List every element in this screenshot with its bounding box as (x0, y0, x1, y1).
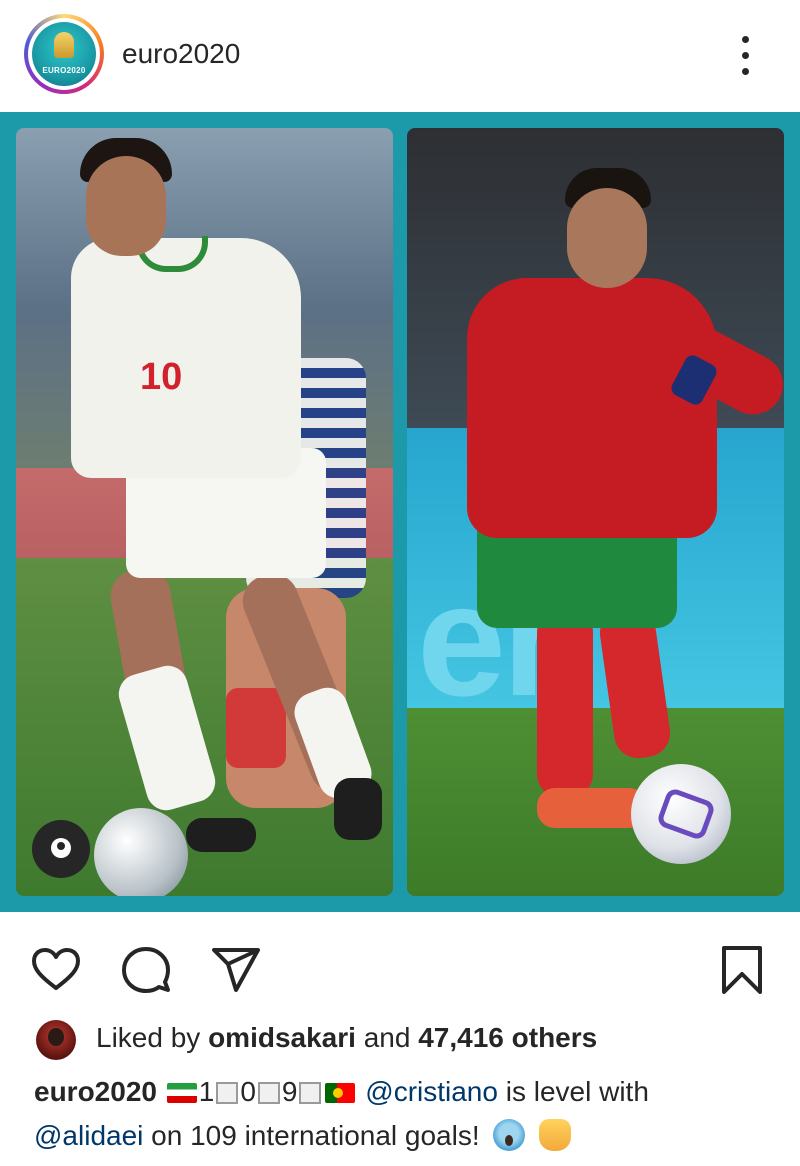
raising-hands-icon (539, 1119, 572, 1151)
heart-icon[interactable] (28, 942, 84, 998)
opponent-sock (226, 688, 286, 768)
player-shirt (467, 278, 717, 538)
missing-glyph-icon (257, 1082, 280, 1104)
left-photo-panel: 10 (16, 128, 393, 896)
comment-icon[interactable] (118, 942, 174, 998)
profile-avatar[interactable]: EURO2020 (24, 14, 104, 94)
missing-glyph-icon (299, 1082, 322, 1104)
mention-alidaei[interactable]: @alidaei (34, 1120, 143, 1151)
player-leg (537, 608, 593, 798)
more-vertical-icon[interactable] (735, 36, 757, 76)
bookmark-icon[interactable] (714, 942, 770, 998)
football (94, 808, 188, 896)
mention-cristiano[interactable]: @cristiano (365, 1076, 498, 1107)
logo-text: EURO2020 (42, 66, 86, 75)
post-caption: euro2020 109 @cristiano is level with @a… (34, 1070, 774, 1158)
player-head (86, 156, 166, 256)
likes-middle: and (363, 1022, 411, 1053)
send-icon[interactable] (208, 942, 264, 998)
caption-username[interactable]: euro2020 (34, 1076, 157, 1107)
liker-username[interactable]: omidsakari (208, 1022, 356, 1053)
post-username[interactable]: euro2020 (122, 38, 240, 70)
post-actions (0, 912, 800, 1012)
score-part: 1 (198, 1076, 215, 1107)
right-photo-panel: en (407, 128, 784, 896)
player-shoe (186, 818, 256, 852)
iran-flag-icon (166, 1083, 197, 1103)
portugal-flag-icon (325, 1083, 356, 1103)
user-tag-icon[interactable] (32, 820, 90, 878)
score-part: 9 (281, 1076, 298, 1107)
post-image[interactable]: 10 en (0, 112, 800, 912)
likes-prefix: Liked by (96, 1022, 201, 1053)
caption-text: on 109 international goals! (151, 1120, 480, 1151)
likes-row[interactable]: Liked by omidsakari and 47,416 others (36, 1018, 776, 1062)
trophy-icon (54, 32, 74, 58)
euro2020-logo: EURO2020 (32, 22, 96, 86)
missing-glyph-icon (216, 1082, 239, 1104)
likes-count[interactable]: 47,416 others (418, 1022, 597, 1053)
score-part: 0 (240, 1076, 256, 1107)
player-shirt (71, 238, 301, 478)
football (631, 764, 731, 864)
liker-avatar[interactable] (36, 1020, 76, 1060)
likes-text[interactable]: Liked by omidsakari and 47,416 others (96, 1022, 597, 1054)
jersey-number: 10 (140, 356, 183, 398)
avatar-inner: EURO2020 (28, 18, 100, 90)
caption-text: is level with (505, 1076, 649, 1107)
screaming-face-icon (493, 1119, 526, 1151)
player-shoe (334, 778, 382, 840)
post-header: EURO2020 euro2020 (0, 0, 800, 110)
player-head (567, 188, 647, 288)
